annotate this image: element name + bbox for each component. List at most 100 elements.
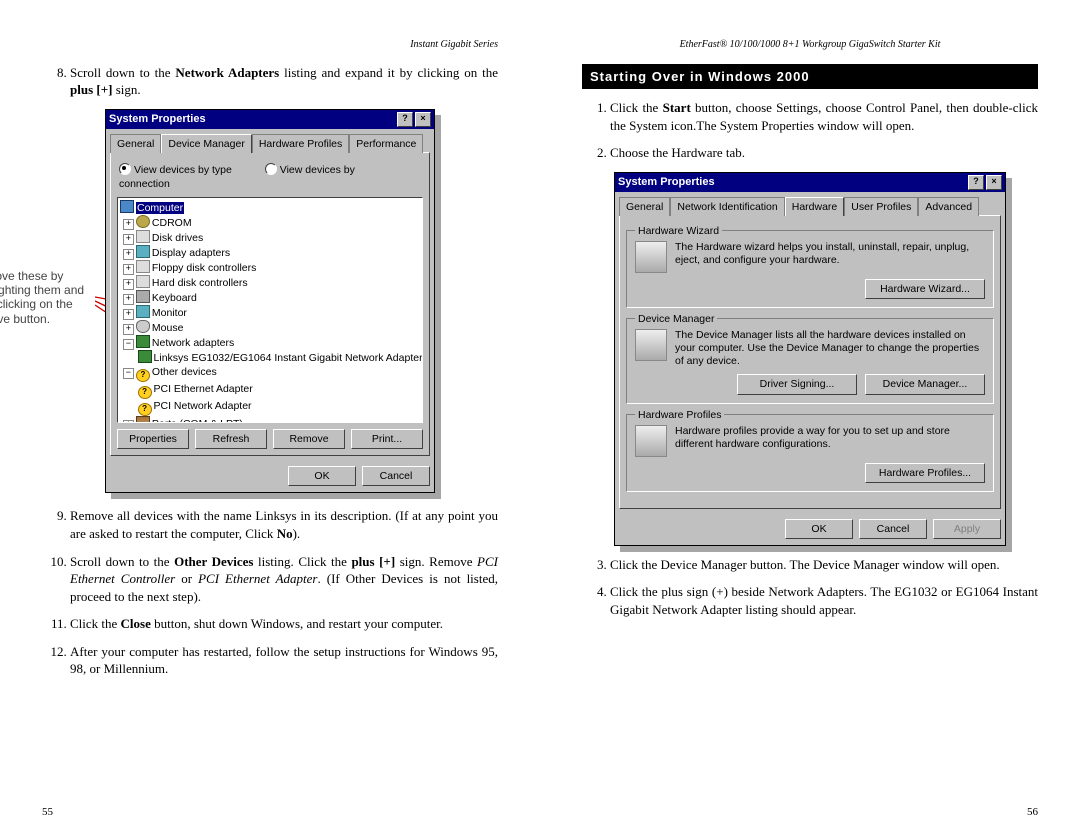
system-properties-window: System Properties ? × General Device Man… xyxy=(105,109,435,494)
view-mode-radios: View devices by type View devices by con… xyxy=(119,163,421,191)
refresh-button[interactable]: Refresh xyxy=(195,429,267,449)
network-icon xyxy=(138,350,152,363)
ok-button[interactable]: OK xyxy=(288,466,356,486)
group-text: Hardware profiles provide a way for you … xyxy=(675,425,985,451)
device-buttons: Properties Refresh Remove Print... xyxy=(117,429,423,449)
page-number: 56 xyxy=(1027,805,1038,820)
tab-hardware-profiles[interactable]: Hardware Profiles xyxy=(252,134,349,153)
tree-item[interactable]: ?PCI Ethernet Adapter xyxy=(120,382,420,399)
network-icon xyxy=(136,335,150,348)
page-header-right: EtherFast® 10/100/1000 8+1 Workgroup Gig… xyxy=(582,38,1038,52)
page-number: 55 xyxy=(42,805,53,820)
step-3: Click the Device Manager button. The Dev… xyxy=(610,556,1038,574)
tree-item[interactable]: +Disk drives xyxy=(120,230,420,245)
titlebar[interactable]: System Properties ? × xyxy=(106,110,434,129)
tree-item[interactable]: +CDROM xyxy=(120,215,420,230)
text: sign. xyxy=(112,82,140,97)
monitor-icon xyxy=(136,305,150,318)
device-manager-button[interactable]: Device Manager... xyxy=(865,374,985,394)
tab-device-manager[interactable]: Device Manager xyxy=(161,134,251,153)
tree-item[interactable]: +Keyboard xyxy=(120,290,420,305)
group-legend: Device Manager xyxy=(635,312,717,326)
device-manager-icon xyxy=(635,329,667,361)
mouse-icon xyxy=(136,320,150,333)
instruction-list-left-2: Remove all devices with the name Linksys… xyxy=(42,507,498,677)
tree-item[interactable]: +Display adapters xyxy=(120,245,420,260)
tree-item[interactable]: −?Other devices xyxy=(120,365,420,382)
page-header-left: Instant Gigabit Series xyxy=(42,38,498,52)
keyboard-icon xyxy=(136,290,150,303)
section-heading: Starting Over in Windows 2000 xyxy=(582,64,1038,90)
cancel-button[interactable]: Cancel xyxy=(362,466,430,486)
display-icon xyxy=(136,245,150,258)
unknown-icon: ? xyxy=(136,369,150,382)
tab-advanced[interactable]: Advanced xyxy=(918,197,979,216)
unknown-icon: ? xyxy=(138,403,152,416)
tab-strip: General Device Manager Hardware Profiles… xyxy=(110,133,430,152)
tree-item[interactable]: +Mouse xyxy=(120,320,420,335)
apply-button[interactable]: Apply xyxy=(933,519,1001,539)
ok-cancel-row: OK Cancel xyxy=(106,460,434,492)
page-56: EtherFast® 10/100/1000 8+1 Workgroup Gig… xyxy=(540,0,1080,834)
tree-item[interactable]: −Network adapters xyxy=(120,335,420,350)
step-4: Click the plus sign (+) beside Network A… xyxy=(610,583,1038,618)
tab-general[interactable]: General xyxy=(619,197,670,216)
cancel-button[interactable]: Cancel xyxy=(859,519,927,539)
remove-button[interactable]: Remove xyxy=(273,429,345,449)
tree-item[interactable]: +Ports (COM & LPT) xyxy=(120,416,420,423)
group-legend: Hardware Profiles xyxy=(635,408,724,422)
wizard-icon xyxy=(635,241,667,273)
tab-performance[interactable]: Performance xyxy=(349,134,423,153)
tree-item[interactable]: +Hard disk controllers xyxy=(120,275,420,290)
device-manager-screenshot: Remove these by highlighting them and th… xyxy=(105,109,435,494)
page-55: Instant Gigabit Series Scroll down to th… xyxy=(0,0,540,834)
text: plus [+] xyxy=(70,82,112,97)
device-tree[interactable]: Computer +CDROM +Disk drives +Display ad… xyxy=(117,197,423,423)
computer-icon xyxy=(120,200,134,213)
instruction-list-right-2: Click the Device Manager button. The Dev… xyxy=(582,556,1038,619)
hardware-profiles-button[interactable]: Hardware Profiles... xyxy=(865,463,985,483)
group-legend: Hardware Wizard xyxy=(635,224,722,238)
close-button[interactable]: × xyxy=(986,175,1002,190)
tree-item[interactable]: Linksys EG1032/EG1064 Instant Gigabit Ne… xyxy=(120,350,420,365)
properties-button[interactable]: Properties xyxy=(117,429,189,449)
tree-item[interactable]: ?PCI Network Adapter xyxy=(120,399,420,416)
tab-network-id[interactable]: Network Identification xyxy=(670,197,784,216)
radio-dot-icon xyxy=(119,163,131,175)
tree-item[interactable]: +Monitor xyxy=(120,305,420,320)
step-11: Click the Close button, shut down Window… xyxy=(70,615,498,633)
print-button[interactable]: Print... xyxy=(351,429,423,449)
step-8: Scroll down to the Network Adapters list… xyxy=(70,64,498,99)
instruction-list-right: Click the Start button, choose Settings,… xyxy=(582,99,1038,162)
group-hardware-wizard: Hardware Wizard The Hardware wizard help… xyxy=(626,230,994,308)
tab-user-profiles[interactable]: User Profiles xyxy=(844,197,918,216)
help-button[interactable]: ? xyxy=(968,175,984,190)
close-button[interactable]: × xyxy=(415,112,431,127)
step-1: Click the Start button, choose Settings,… xyxy=(610,99,1038,134)
radio-dot-icon xyxy=(265,163,277,175)
help-button[interactable]: ? xyxy=(397,112,413,127)
radio-by-type[interactable]: View devices by type xyxy=(119,164,232,176)
window-title: System Properties xyxy=(109,112,206,127)
system-properties-window-2k: System Properties ? × General Network Id… xyxy=(614,172,1006,546)
group-text: The Hardware wizard helps you install, u… xyxy=(675,241,985,267)
step-2: Choose the Hardware tab. xyxy=(610,144,1038,162)
step-10: Scroll down to the Other Devices listing… xyxy=(70,553,498,606)
text: Network Adapters xyxy=(175,65,279,80)
group-device-manager: Device Manager The Device Manager lists … xyxy=(626,318,994,404)
ok-button[interactable]: OK xyxy=(785,519,853,539)
titlebar[interactable]: System Properties ? × xyxy=(615,173,1005,192)
hardware-wizard-button[interactable]: Hardware Wizard... xyxy=(865,279,985,299)
tab-strip: General Network Identification Hardware … xyxy=(619,196,1001,215)
tab-general[interactable]: General xyxy=(110,134,161,153)
window-title: System Properties xyxy=(618,175,715,190)
unknown-icon: ? xyxy=(138,386,152,399)
driver-signing-button[interactable]: Driver Signing... xyxy=(737,374,857,394)
step-9: Remove all devices with the name Linksys… xyxy=(70,507,498,542)
ports-icon xyxy=(136,416,150,423)
tree-root[interactable]: Computer xyxy=(120,200,420,215)
tree-item[interactable]: +Floppy disk controllers xyxy=(120,260,420,275)
tab-hardware[interactable]: Hardware xyxy=(785,197,845,216)
profiles-icon xyxy=(635,425,667,457)
text: listing and expand it by clicking on the xyxy=(279,65,498,80)
